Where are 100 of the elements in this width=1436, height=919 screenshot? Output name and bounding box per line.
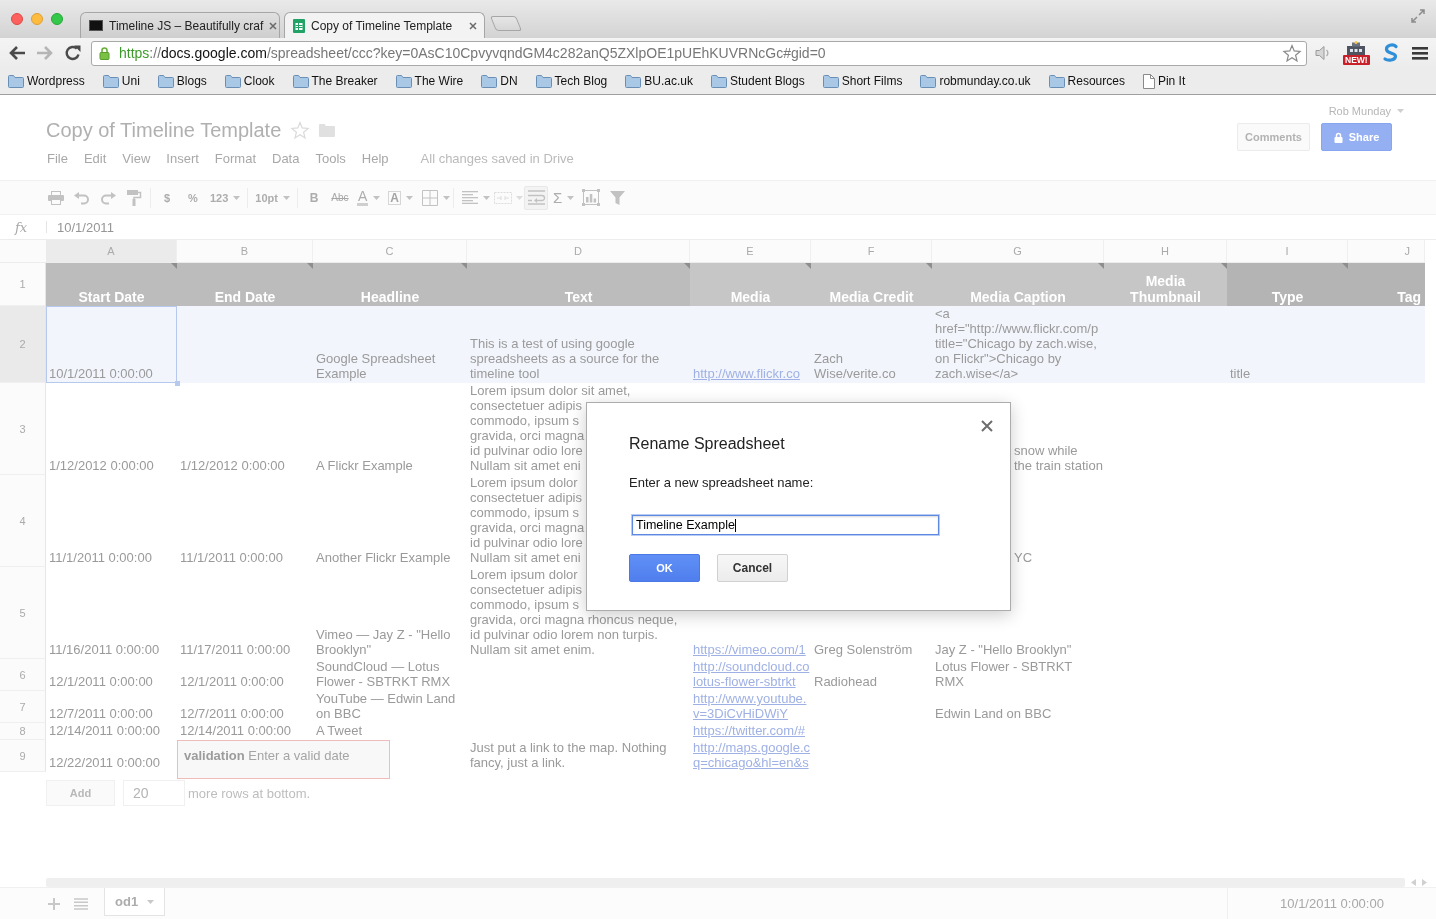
- window-minimize-button[interactable]: [31, 13, 43, 25]
- new-tab-button[interactable]: [489, 15, 523, 31]
- column-letter[interactable]: D: [467, 240, 690, 262]
- sheet-tab[interactable]: od1: [104, 888, 166, 916]
- wrap-text-button[interactable]: [524, 185, 548, 210]
- printer-icon[interactable]: [48, 190, 64, 205]
- column-letter[interactable]: E: [690, 240, 811, 262]
- number-format-dropdown[interactable]: 123: [206, 185, 245, 210]
- bookmark[interactable]: Wordpress: [8, 74, 85, 88]
- menu-item[interactable]: File: [47, 150, 68, 166]
- percent-button[interactable]: %: [180, 191, 206, 204]
- close-icon[interactable]: [981, 420, 993, 432]
- bookmark[interactable]: Blogs: [157, 74, 207, 88]
- menu-item[interactable]: Edit: [83, 150, 107, 166]
- window-close-button[interactable]: [11, 13, 23, 25]
- bookmark[interactable]: Uni: [102, 74, 140, 88]
- bookmark[interactable]: BU.ac.uk: [625, 74, 693, 88]
- menu-item[interactable]: Data: [272, 150, 300, 166]
- caret-icon[interactable]: [567, 195, 575, 200]
- strikethrough-button[interactable]: Abc: [327, 192, 353, 203]
- media-link[interactable]: https://vimeo.com/1: [693, 642, 806, 657]
- comments-button[interactable]: Comments: [1237, 123, 1310, 151]
- row-number[interactable]: 7: [0, 691, 46, 723]
- bookmark[interactable]: DN: [481, 74, 518, 88]
- paint-roller-icon[interactable]: [127, 189, 141, 206]
- column-letter[interactable]: H: [1104, 240, 1227, 262]
- column-letter[interactable]: A: [46, 240, 177, 262]
- media-link[interactable]: http://www.flickr.co: [693, 366, 800, 381]
- ok-button[interactable]: OK: [629, 554, 700, 582]
- functions-button[interactable]: Σ: [549, 185, 579, 210]
- bookmark[interactable]: Resources: [1048, 74, 1125, 88]
- document-title[interactable]: Copy of Timeline Template: [46, 118, 282, 142]
- align-left-icon[interactable]: [462, 191, 478, 204]
- star-icon[interactable]: [1283, 44, 1301, 62]
- row-number[interactable]: 8: [0, 723, 46, 740]
- caret-icon[interactable]: [516, 195, 523, 200]
- square-handle-icon[interactable]: [175, 381, 180, 386]
- selected-cell[interactable]: 10/1/2011 0:00:00: [46, 306, 177, 383]
- caret-icon[interactable]: [1397, 109, 1404, 113]
- address-bar[interactable]: https://docs.google.com/spreadsheet/ccc?key=0AsC10CpvyvqndGM4c282anQ5ZXlpOE1pUEhKUVRNcGc#gid=0: [91, 40, 1307, 66]
- row-number[interactable]: 4: [0, 475, 46, 567]
- column-letter[interactable]: G: [932, 240, 1104, 262]
- column-letter[interactable]: F: [811, 240, 932, 262]
- bookmark[interactable]: Short Films: [822, 74, 903, 88]
- folder-icon[interactable]: [319, 123, 336, 137]
- font-size-dropdown[interactable]: 10pt: [251, 185, 294, 210]
- cancel-button[interactable]: Cancel: [717, 554, 788, 582]
- add-rows-button[interactable]: Add: [46, 780, 115, 806]
- browser-tab[interactable]: Copy of Timeline Template: [284, 12, 485, 38]
- row-number[interactable]: 5: [0, 567, 46, 659]
- browser-tab[interactable]: Timeline JS – Beautifully craf: [80, 12, 280, 38]
- caret-icon[interactable]: [373, 195, 381, 200]
- row-number[interactable]: 2: [0, 306, 46, 383]
- row-number[interactable]: 9: [0, 740, 46, 772]
- share-button[interactable]: Share: [1321, 123, 1392, 151]
- caret-icon[interactable]: [406, 195, 413, 200]
- close-icon[interactable]: [469, 21, 477, 30]
- menu-item[interactable]: View: [122, 150, 151, 166]
- currency-button[interactable]: $: [154, 191, 180, 204]
- name-input[interactable]: Timeline Example: [632, 515, 939, 535]
- bookmark[interactable]: The Wire: [395, 74, 464, 88]
- reload-icon[interactable]: [64, 44, 82, 62]
- window-zoom-button[interactable]: [51, 13, 63, 25]
- column-letter[interactable]: B: [177, 240, 313, 262]
- speaker-icon[interactable]: [1315, 45, 1331, 61]
- close-icon[interactable]: [269, 21, 278, 30]
- grid-icon[interactable]: [422, 189, 438, 206]
- diagonal-arrows-icon[interactable]: [1411, 9, 1425, 23]
- forward-arrow-icon[interactable]: [36, 45, 54, 61]
- bold-button[interactable]: B: [301, 190, 327, 205]
- row-count-field[interactable]: 20: [123, 780, 185, 806]
- bookmark[interactable]: robmunday.co.uk: [920, 74, 1031, 88]
- menu-item[interactable]: Insert: [166, 150, 199, 166]
- bookmark[interactable]: Tech Blog: [535, 74, 608, 88]
- row-number[interactable]: 6: [0, 659, 46, 691]
- horizontal-scrollbar[interactable]: [46, 878, 1405, 887]
- caret-icon[interactable]: [147, 899, 155, 904]
- chart-icon[interactable]: [582, 189, 601, 206]
- caret-icon[interactable]: [483, 195, 490, 200]
- list-icon[interactable]: [74, 897, 88, 910]
- swirl-icon[interactable]: [1381, 43, 1400, 63]
- row-number[interactable]: 3: [0, 383, 46, 475]
- text-color-button[interactable]: A: [353, 185, 385, 210]
- account-menu[interactable]: Rob Munday: [1328, 104, 1404, 118]
- dashed-frame-icon[interactable]: [494, 191, 512, 204]
- bookmark[interactable]: Student Blogs: [711, 74, 805, 88]
- back-arrow-icon[interactable]: [8, 45, 26, 61]
- redo-icon[interactable]: [100, 191, 116, 204]
- caret-icon[interactable]: [233, 195, 241, 200]
- undo-icon[interactable]: [74, 191, 90, 204]
- formula-value[interactable]: 10/1/2011: [57, 219, 114, 235]
- menu-icon[interactable]: [1411, 46, 1428, 60]
- fill-color-button[interactable]: A: [384, 185, 417, 210]
- scroll-left-icon[interactable]: [1411, 879, 1416, 886]
- scroll-right-icon[interactable]: [1422, 879, 1427, 886]
- plus-icon[interactable]: [48, 897, 60, 910]
- menu-item[interactable]: Tools: [315, 150, 346, 166]
- text-wrap-icon[interactable]: [527, 190, 545, 205]
- funnel-icon[interactable]: [609, 190, 625, 205]
- bookmark[interactable]: Clook: [224, 74, 275, 88]
